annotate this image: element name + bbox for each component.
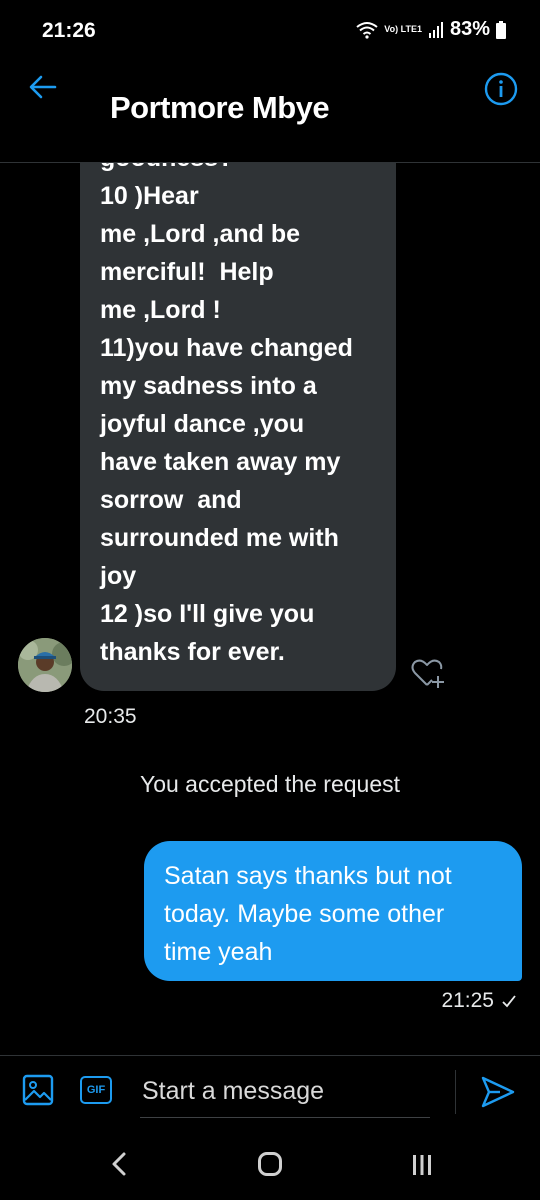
avatar-image — [18, 638, 72, 692]
heart-add-icon[interactable] — [410, 658, 444, 690]
send-icon[interactable] — [480, 1074, 516, 1110]
checkmark-icon — [502, 995, 516, 1008]
conversation-title: Portmore Mbye — [110, 90, 330, 125]
conversation-header: Portmore Mbye — [0, 62, 540, 163]
outgoing-message-meta: 21:25 — [441, 989, 516, 1013]
info-icon[interactable] — [484, 72, 518, 106]
status-indicators: Vo) LTE1 83% — [356, 18, 506, 41]
incoming-message-time: 20:35 — [84, 705, 137, 728]
system-note: You accepted the request — [139, 771, 401, 797]
system-nav-bar — [0, 1127, 540, 1200]
battery-icon — [496, 20, 506, 39]
battery-percent: 83% — [449, 18, 490, 40]
network-label: Vo) LTE1 — [384, 24, 422, 34]
image-icon[interactable] — [22, 1074, 54, 1106]
composer-divider — [455, 1070, 456, 1114]
nav-back-icon[interactable] — [108, 1151, 132, 1177]
arrow-left-icon[interactable] — [28, 72, 58, 102]
outgoing-message-time: 21:25 — [441, 989, 494, 1012]
avatar[interactable] — [18, 638, 72, 692]
nav-recents-icon[interactable] — [410, 1154, 434, 1176]
message-composer: GIF — [0, 1055, 540, 1128]
status-bar: 21:26 Vo) LTE1 83% — [0, 0, 540, 62]
outgoing-message-text: Satan says thanks but not today. Maybe s… — [164, 862, 452, 966]
message-list[interactable]: goodness? 10 )Hear me ,Lord ,and be merc… — [0, 163, 540, 1055]
gif-button[interactable]: GIF — [80, 1076, 112, 1104]
message-input[interactable] — [140, 1066, 430, 1118]
incoming-message-bubble[interactable]: goodness? 10 )Hear me ,Lord ,and be merc… — [80, 163, 396, 691]
nav-home-icon[interactable] — [258, 1152, 282, 1176]
outgoing-message-bubble[interactable]: Satan says thanks but not today. Maybe s… — [144, 841, 522, 981]
signal-icon — [428, 21, 443, 38]
status-time: 21:26 — [42, 19, 96, 42]
incoming-message-text: goodness? 10 )Hear me ,Lord ,and be merc… — [100, 163, 353, 666]
wifi-icon — [356, 21, 378, 39]
